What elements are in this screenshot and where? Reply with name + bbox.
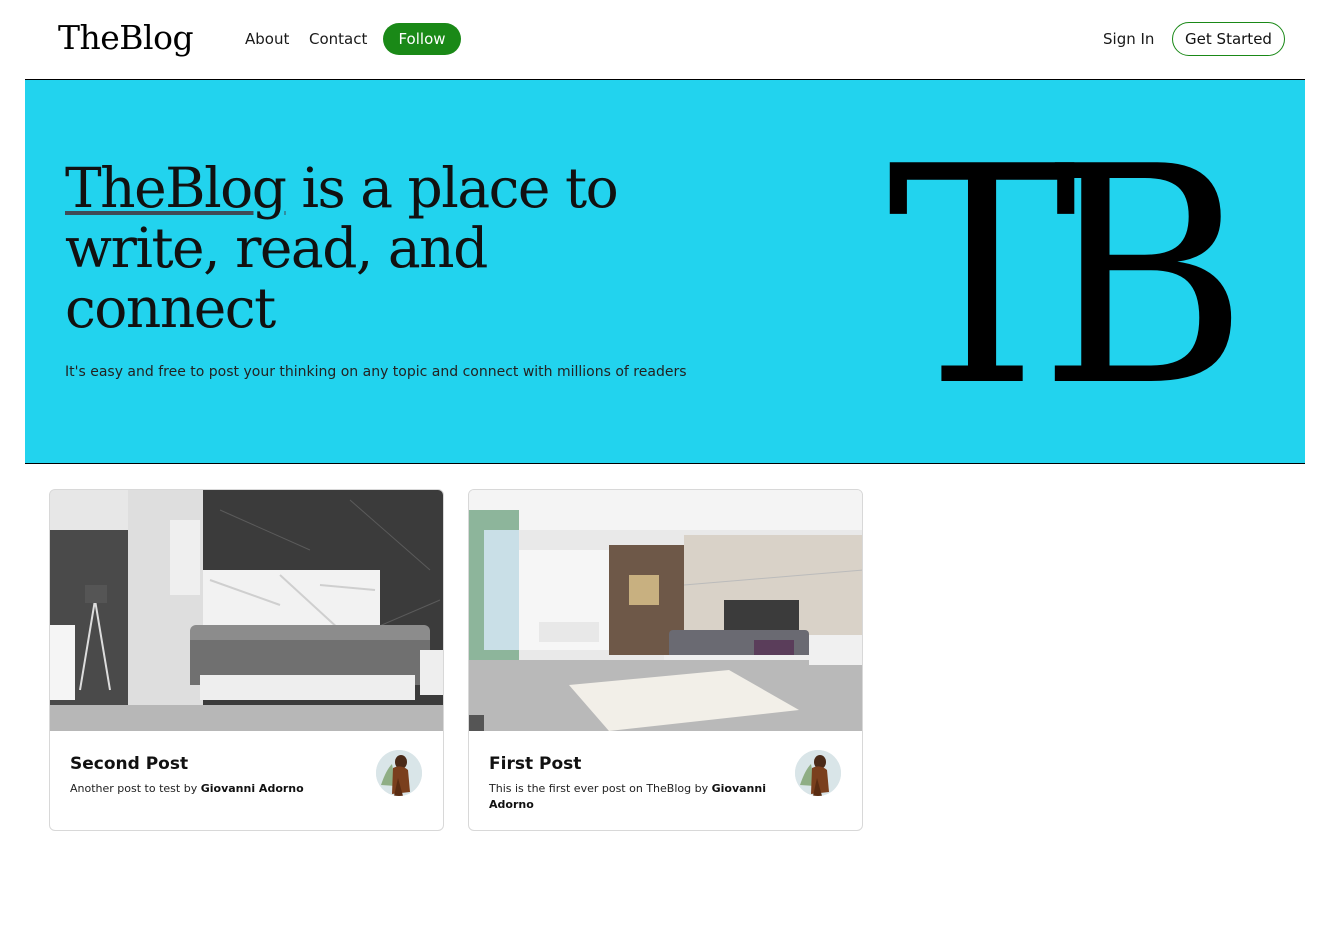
avatar-image [795,750,841,796]
avatar-image [376,750,422,796]
get-started-button[interactable]: Get Started [1172,22,1285,56]
top-navigation: TheBlog About Contact Follow Sign In Get… [0,0,1321,80]
hero-title-brand: TheBlog [65,156,287,220]
site-logo[interactable]: TheBlog [58,18,194,57]
post-card-body: Second Post Another post to test by Giov… [50,731,443,830]
post-by-text: by [183,782,198,795]
nav-about-link[interactable]: About [245,30,289,48]
hero-subtitle: It's easy and free to post your thinking… [65,364,687,380]
sign-in-link[interactable]: Sign In [1103,30,1154,48]
post-by-text: by [694,782,709,795]
post-description: Another post to test by Giovanni Adorno [70,781,360,797]
author-avatar[interactable] [376,750,422,796]
post-image [469,490,862,731]
follow-button[interactable]: Follow [383,23,461,55]
post-card[interactable]: First Post This is the first ever post o… [468,489,863,831]
post-image [50,490,443,731]
post-description-text: Another post to test [70,782,181,795]
hero-banner: TheBlog is a place to write, read, and c… [25,80,1305,464]
nav-contact-link[interactable]: Contact [309,30,367,48]
post-title[interactable]: First Post [489,754,581,774]
author-avatar[interactable] [795,750,841,796]
post-title[interactable]: Second Post [70,754,188,774]
post-description-text: This is the first ever post on TheBlog [489,782,692,795]
hero-logo-mark: TB [887,103,1249,452]
post-description: This is the first ever post on TheBlog b… [489,781,779,813]
bedroom-photo [50,490,443,731]
post-author: Giovanni Adorno [200,782,304,795]
bedroom-photo [469,490,862,731]
post-card-body: First Post This is the first ever post o… [469,731,862,830]
hero-title: TheBlog is a place to write, read, and c… [65,158,685,338]
post-card[interactable]: Second Post Another post to test by Giov… [49,489,444,831]
